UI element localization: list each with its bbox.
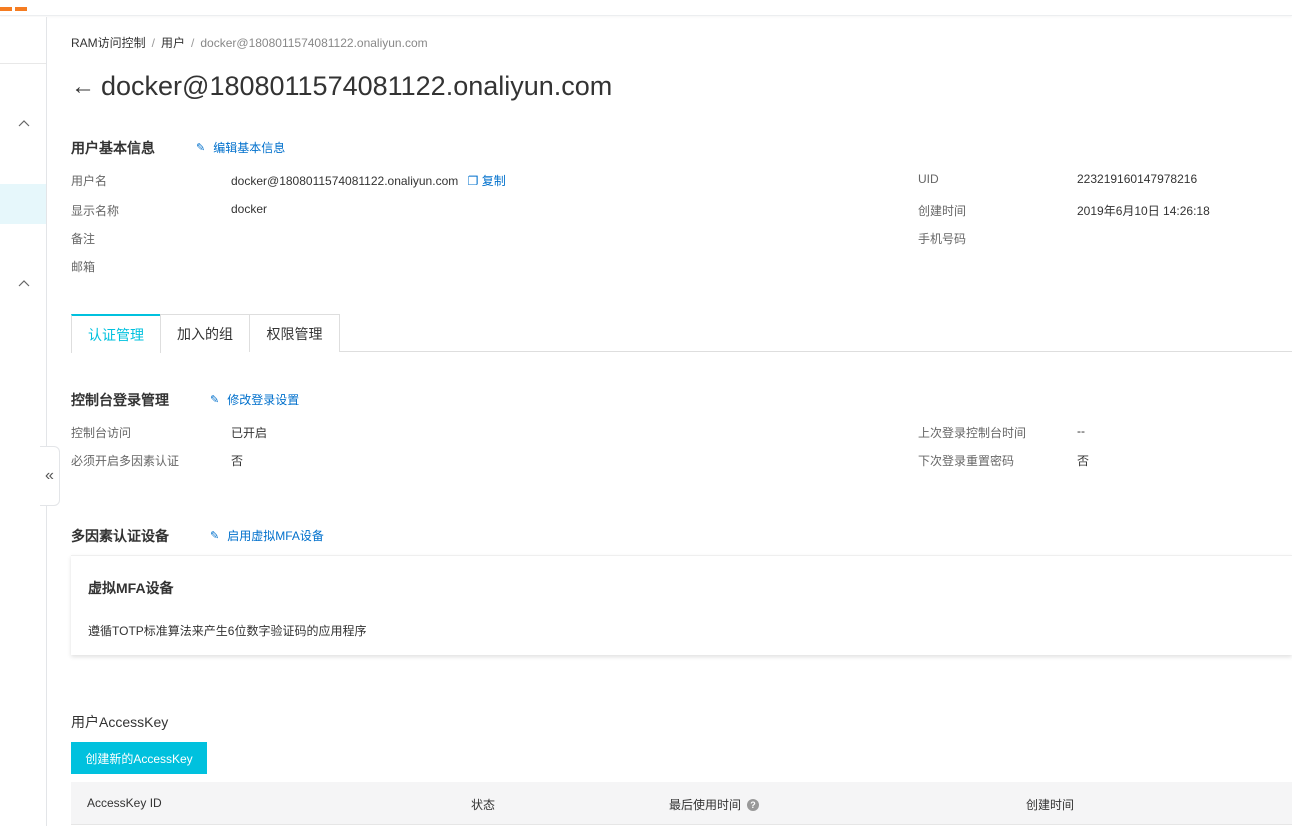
sidebar [0,17,47,826]
created-label: 创建时间 [918,204,967,218]
last-login-value: -- [1077,424,1085,438]
chevron-up-icon[interactable] [17,117,31,131]
brand-logo[interactable] [0,0,30,11]
mfa-card-description: 遵循TOTP标准算法来产生6位数字验证码的应用程序 [88,624,367,638]
breadcrumb-current: docker@1808011574081122.onaliyun.com [200,36,428,50]
breadcrumb-separator: / [151,36,156,50]
top-navbar [0,0,1292,16]
create-accesskey-button[interactable]: 创建新的AccessKey [71,742,207,774]
reset-password-label: 下次登录重置密码 [918,454,1015,468]
edit-basic-info-link[interactable]: ✎ 编辑基本信息 [196,139,285,156]
breadcrumb: RAM访问控制 / 用户 / docker@1808011574081122.onali… [71,34,428,51]
column-accesskey-id: AccessKey ID [87,796,162,810]
mfa-card-title: 虚拟MFA设备 [88,580,174,596]
sidebar-collapse-button[interactable]: « [40,446,60,506]
tab-groups[interactable]: 加入的组 [160,314,250,352]
uid-value: 223219160147978216 [1077,172,1198,186]
page-title-text: docker@1808011574081122.onaliyun.com [101,71,613,101]
pencil-icon: ✎ [196,142,206,154]
edit-login-settings-link[interactable]: ✎ 修改登录设置 [210,391,299,408]
copy-icon: ❐ [467,174,479,188]
tab-permissions[interactable]: 权限管理 [249,314,340,352]
breadcrumb-ram[interactable]: RAM访问控制 [71,36,146,50]
column-last-used: 最后使用时间 ? [669,796,760,813]
display-name-value: docker [231,202,268,216]
double-chevron-left-icon: « [45,467,54,484]
display-name-label: 显示名称 [71,204,120,218]
mfa-device-card: 虚拟MFA设备 遵循TOTP标准算法来产生6位数字验证码的应用程序 [71,555,1292,655]
column-created: 创建时间 [1026,798,1075,812]
back-arrow-icon[interactable]: ← [71,73,95,101]
sidebar-item-users[interactable] [0,184,46,224]
enable-mfa-label: 启用虚拟MFA设备 [227,529,324,543]
accesskey-title: 用户AccessKey [71,714,169,730]
enable-mfa-link[interactable]: ✎ 启用虚拟MFA设备 [210,527,324,544]
last-login-label: 上次登录控制台时间 [918,426,1027,440]
edit-login-settings-label: 修改登录设置 [227,393,300,407]
mfa-required-value: 否 [231,454,244,468]
pencil-icon: ✎ [210,530,220,542]
created-value: 2019年6月10日 14:26:18 [1077,204,1210,218]
mfa-required-label: 必须开启多因素认证 [71,454,180,468]
console-access-value: 已开启 [231,426,268,440]
basic-info-title: 用户基本信息 [71,140,155,156]
email-label: 邮箱 [71,260,96,274]
username-value: docker@1808011574081122.onaliyun.com ❐ 复… [231,172,506,189]
note-label: 备注 [71,232,96,246]
breadcrumb-users[interactable]: 用户 [161,36,185,50]
reset-password-value: 否 [1077,454,1090,468]
breadcrumb-separator: / [191,36,195,50]
username-text: docker@1808011574081122.onaliyun.com [231,174,459,188]
mfa-title: 多因素认证设备 [71,528,169,544]
copy-username-button[interactable]: ❐ 复制 [468,174,506,188]
uid-label: UID [918,172,939,186]
console-access-label: 控制台访问 [71,426,132,440]
help-icon[interactable]: ? [747,798,760,811]
edit-basic-info-label: 编辑基本信息 [213,141,286,155]
tab-authentication[interactable]: 认证管理 [71,314,161,353]
phone-label: 手机号码 [918,232,967,246]
detail-tabs: 认证管理 加入的组 权限管理 [71,314,1292,353]
page-title: ← docker@1808011574081122.onaliyun.com [71,71,612,102]
console-login-title: 控制台登录管理 [71,392,169,408]
accesskey-table-header: AccessKey ID 状态 最后使用时间 ? 创建时间 [71,782,1292,825]
copy-label: 复制 [481,174,506,188]
pencil-icon: ✎ [210,394,220,406]
username-label: 用户名 [71,174,108,188]
column-last-used-label: 最后使用时间 [669,798,742,812]
sidebar-divider [0,63,46,64]
chevron-up-icon[interactable] [17,277,31,291]
column-status: 状态 [471,798,496,812]
